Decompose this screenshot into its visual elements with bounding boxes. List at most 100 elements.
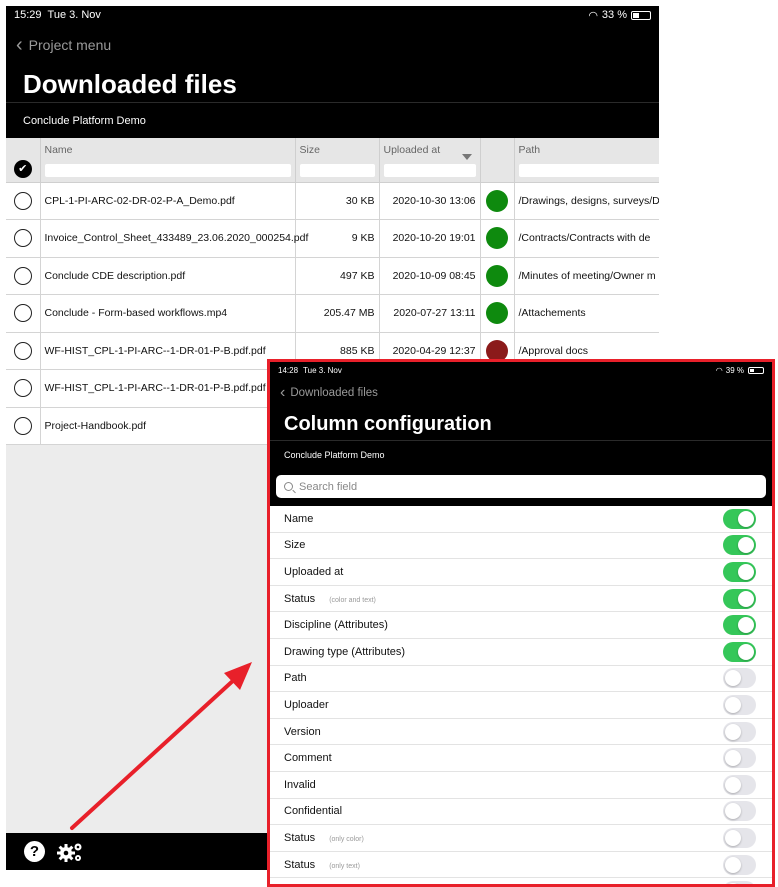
- battery-icon: [748, 366, 764, 374]
- row-select[interactable]: [6, 407, 41, 445]
- back-button[interactable]: ‹ Downloaded files: [270, 378, 772, 408]
- column-toggle[interactable]: [723, 615, 756, 636]
- column-toggle[interactable]: [723, 854, 756, 875]
- column-toggle[interactable]: [723, 881, 756, 884]
- toggle-knob: [725, 696, 741, 713]
- file-name: Conclude CDE description.pdf: [40, 257, 296, 295]
- column-label: Status: [284, 831, 316, 844]
- toggle-knob: [738, 590, 754, 607]
- column-header-path[interactable]: Path: [514, 138, 659, 183]
- file-uploaded-at: 2020-07-27 13:11: [379, 294, 481, 333]
- file-path: /Contracts/Contracts with de: [514, 219, 659, 258]
- project-name: Conclude Platform Demo: [270, 440, 772, 468]
- column-label: Status: [284, 592, 316, 605]
- page-title: Column configuration: [284, 412, 492, 435]
- column-label: Drawing type (Attributes): [284, 645, 406, 658]
- path-filter-input[interactable]: [518, 164, 659, 177]
- column-toggle[interactable]: [723, 641, 756, 662]
- status-dot: [486, 264, 508, 287]
- table-header: ✔ Name Size Uploaded at Path: [6, 138, 659, 183]
- list-item: Path: [270, 666, 772, 693]
- column-header-uploaded-at[interactable]: Uploaded at: [379, 138, 481, 183]
- table-row[interactable]: Invoice_Control_Sheet_433489_23.06.2020_…: [6, 219, 659, 258]
- file-path: /Drawings, designs, surveys/D: [514, 182, 659, 220]
- file-uploaded-at: 2020-10-20 19:01: [379, 219, 481, 258]
- radio-icon[interactable]: [13, 266, 32, 285]
- column-toggle[interactable]: [723, 535, 756, 556]
- file-size: 205.47 MB: [295, 294, 380, 333]
- row-select[interactable]: [6, 219, 41, 258]
- row-select[interactable]: [6, 182, 41, 220]
- toggle-knob: [725, 829, 741, 846]
- column-toggle[interactable]: [723, 827, 756, 848]
- column-header-status[interactable]: [480, 138, 515, 183]
- toggle-knob: [738, 617, 754, 634]
- list-item: Discipline (Attributes): [270, 612, 772, 639]
- column-label: Status: [284, 858, 316, 871]
- status-bar: 14:28 Tue 3. Nov ◠ 39 %: [270, 362, 772, 378]
- column-label: Discipline (Attributes): [284, 619, 388, 632]
- radio-icon[interactable]: [13, 416, 32, 435]
- toggle-knob: [738, 537, 754, 554]
- column-toggle[interactable]: [723, 561, 756, 582]
- column-label: Uploader: [284, 698, 329, 711]
- list-item: Uploader: [270, 692, 772, 719]
- column-toggle-list: Name Size Uploaded at Status (color and t…: [270, 506, 772, 884]
- toggle-knob: [725, 856, 741, 873]
- select-all-cell[interactable]: ✔: [6, 138, 41, 183]
- file-status: [480, 219, 515, 258]
- check-all-icon[interactable]: ✔: [13, 160, 32, 178]
- table-row[interactable]: Conclude - Form-based workflows.mp4 205.…: [6, 294, 659, 333]
- column-toggle[interactable]: [723, 748, 756, 769]
- file-name: WF-HIST_CPL-1-PI-ARC--1-DR-01-P-B.pdf.pd…: [40, 369, 296, 408]
- uploaded-filter-input[interactable]: [383, 164, 476, 177]
- name-filter-input[interactable]: [44, 164, 291, 177]
- size-filter-input[interactable]: [299, 164, 375, 177]
- toggle-knob: [725, 776, 741, 793]
- gears-icon[interactable]: [57, 841, 85, 863]
- back-button[interactable]: ‹ Project menu: [6, 24, 659, 66]
- column-hint: (only text): [329, 862, 360, 870]
- column-header-size[interactable]: Size: [295, 138, 380, 183]
- column-toggle[interactable]: [723, 588, 756, 609]
- search-input[interactable]: Search field: [276, 475, 766, 498]
- column-toggle[interactable]: [723, 774, 756, 795]
- column-toggle[interactable]: [723, 721, 756, 742]
- radio-icon[interactable]: [13, 341, 32, 360]
- list-item: Size: [270, 533, 772, 560]
- file-status: [480, 182, 515, 220]
- chevron-left-icon: ‹: [16, 33, 23, 56]
- row-select[interactable]: [6, 294, 41, 333]
- status-date: Tue 3. Nov: [47, 9, 101, 21]
- table-row[interactable]: CPL-1-PI-ARC-02-DR-02-P-A_Demo.pdf 30 KB…: [6, 182, 659, 220]
- column-toggle[interactable]: [723, 668, 756, 689]
- file-size: 30 KB: [295, 182, 380, 220]
- page-title: Downloaded files: [6, 66, 659, 102]
- wifi-icon: ◠: [715, 365, 723, 375]
- search-placeholder: Search field: [299, 480, 358, 493]
- column-label: Confidential: [284, 805, 343, 818]
- search-icon: [284, 482, 293, 491]
- list-item: Status (only color): [270, 825, 772, 852]
- column-toggle[interactable]: [723, 694, 756, 715]
- row-select[interactable]: [6, 332, 41, 370]
- table-row[interactable]: Conclude CDE description.pdf 497 KB 2020…: [6, 257, 659, 295]
- radio-icon[interactable]: [13, 304, 32, 323]
- column-header-name[interactable]: Name: [40, 138, 296, 183]
- column-toggle[interactable]: [723, 508, 756, 529]
- help-icon[interactable]: ?: [24, 841, 45, 862]
- column-label: Comment: [284, 752, 332, 765]
- row-select[interactable]: [6, 369, 41, 408]
- column-toggle[interactable]: [723, 801, 756, 822]
- column-label: Size: [284, 539, 306, 552]
- wifi-icon: ◠: [588, 9, 598, 22]
- row-select[interactable]: [6, 257, 41, 295]
- radio-icon[interactable]: [13, 229, 32, 248]
- radio-icon[interactable]: [13, 191, 32, 210]
- file-status: [480, 257, 515, 295]
- radio-icon[interactable]: [13, 379, 32, 398]
- list-item: Version: [270, 719, 772, 746]
- file-name: Conclude - Form-based workflows.mp4: [40, 294, 296, 333]
- sort-desc-icon: [461, 154, 472, 160]
- toggle-knob: [725, 883, 741, 884]
